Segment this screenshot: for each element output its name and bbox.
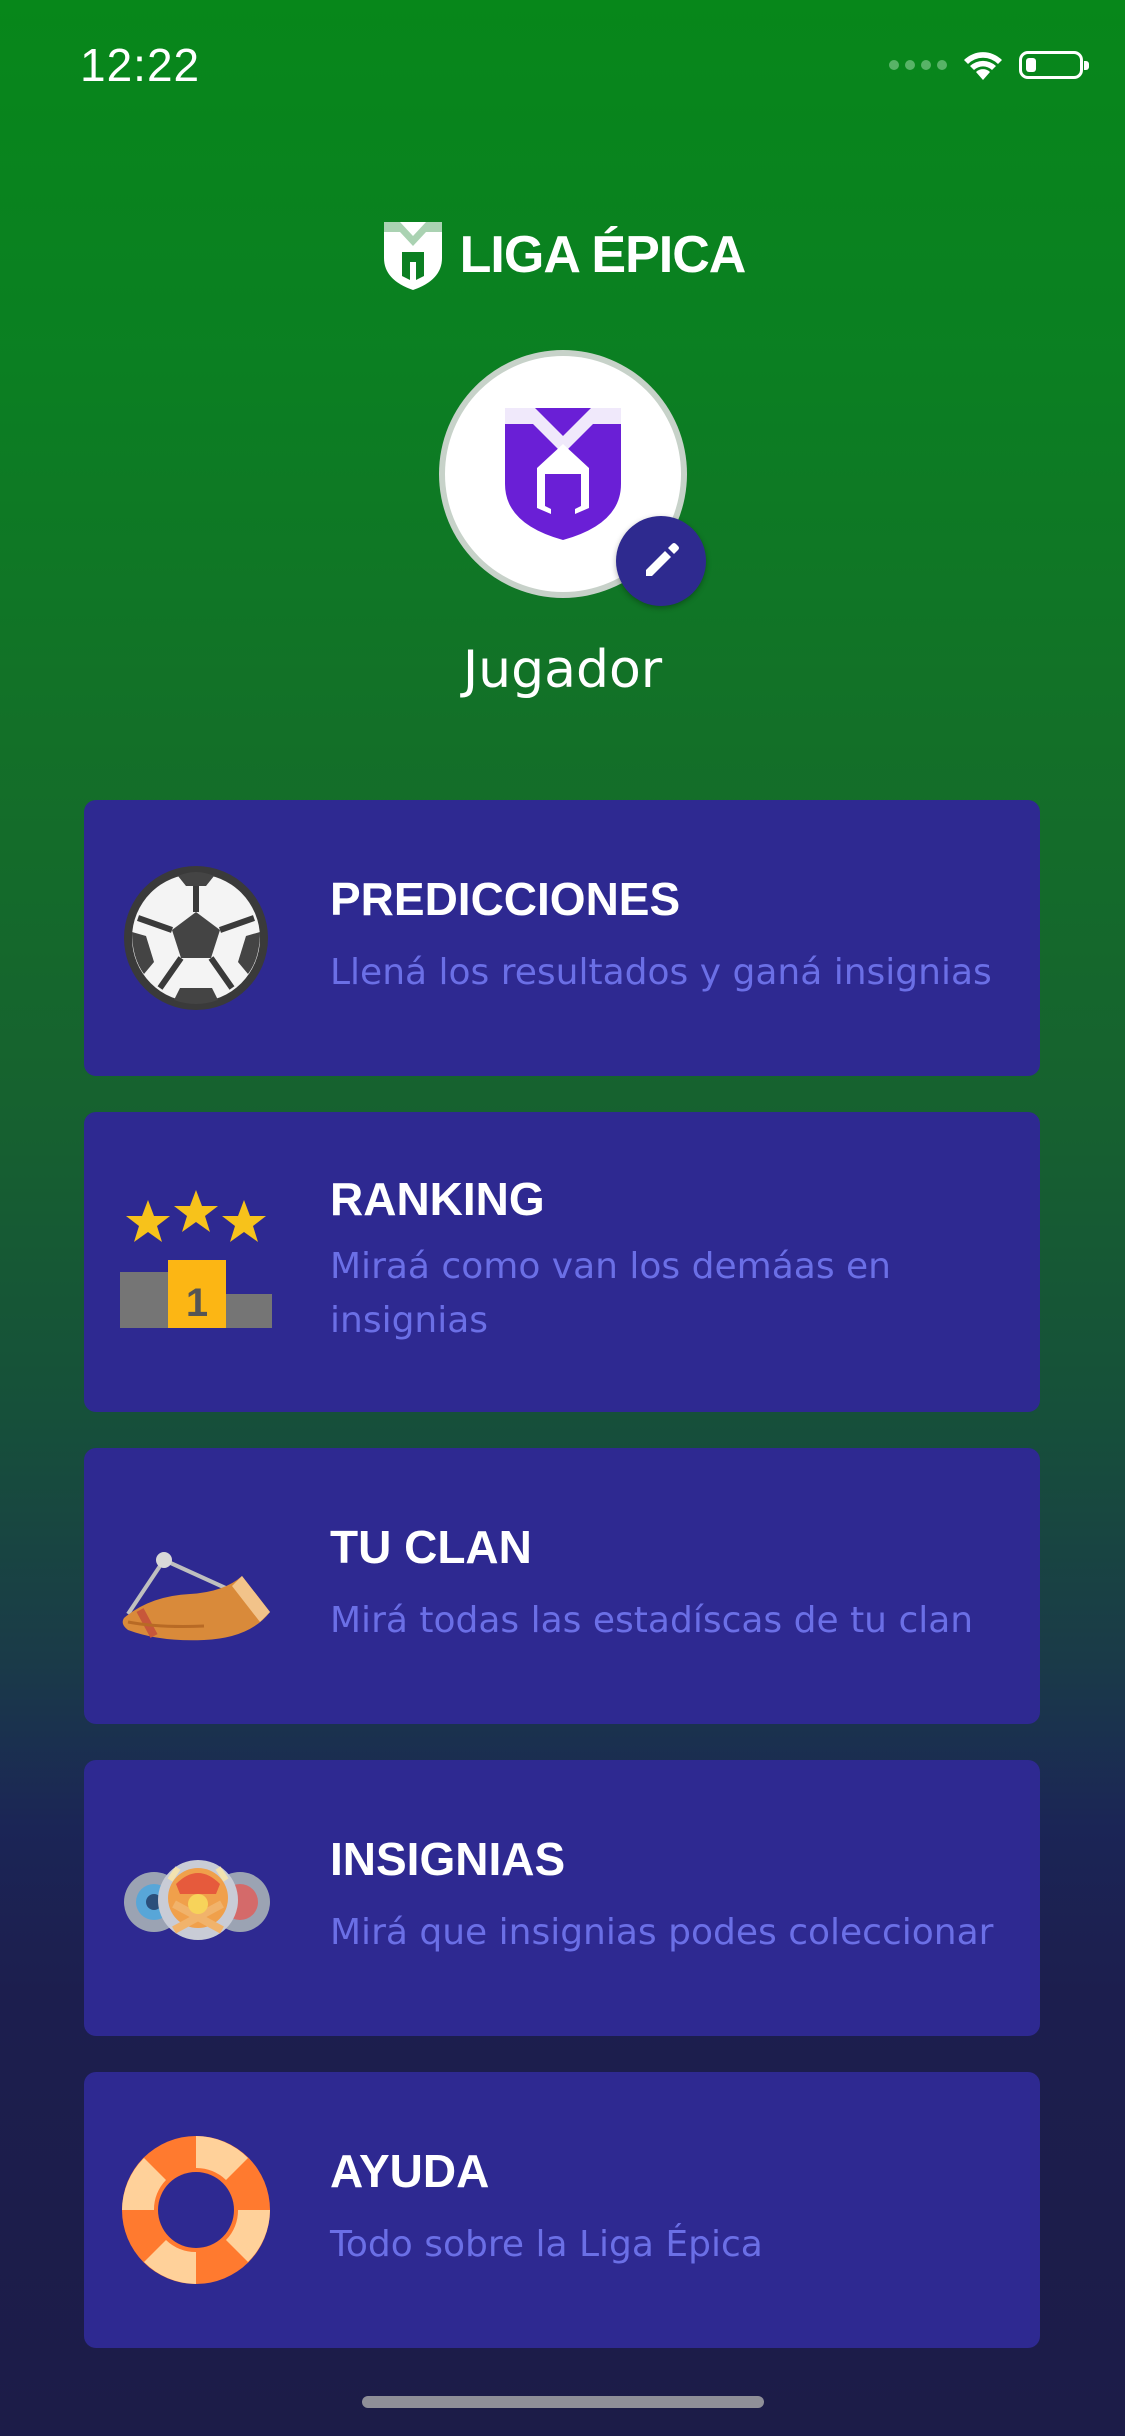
menu-card-title: INSIGNIAS xyxy=(330,1833,566,1885)
menu-card-description: Llená los resultados y ganá insignias xyxy=(330,952,992,993)
svg-text:1: 1 xyxy=(186,1281,208,1325)
menu-card-description: Mirá todas las estadíscas de tu clan xyxy=(330,1600,974,1641)
edit-avatar-button[interactable] xyxy=(616,516,706,606)
menu-card-description: Mirá que insignias podes coleccionar xyxy=(330,1912,994,1953)
brand-name: LIGA ÉPICA xyxy=(459,226,747,284)
menu-card-insignias[interactable]: INSIGNIAS Mirá que insignias podes colec… xyxy=(84,1760,1040,2036)
pencil-icon xyxy=(646,543,679,576)
status-time: 12:22 xyxy=(80,39,201,91)
menu-card-description: Todo sobre la Liga Épica xyxy=(330,2224,763,2265)
liga-epica-logo-icon xyxy=(383,222,442,290)
club-crest-icon xyxy=(505,408,621,540)
menu-card-predicciones[interactable]: PREDICCIONES Llená los resultados y ganá… xyxy=(84,800,1040,1076)
menu-card-title: PREDICCIONES xyxy=(330,873,681,925)
status-bar: 12:22 xyxy=(0,0,1125,140)
battery-icon xyxy=(1019,51,1089,79)
player-name: Jugador xyxy=(462,640,663,700)
menu-card-tu-clan[interactable]: TU CLAN Mirá todas las estadíscas de tu … xyxy=(84,1448,1040,1724)
menu-card-title: RANKING xyxy=(330,1173,545,1225)
horn-icon xyxy=(122,1552,271,1641)
brand-header: LIGA ÉPICA xyxy=(0,218,1125,292)
soccer-ball-icon xyxy=(124,866,268,1010)
menu-card-ranking[interactable]: 1 RANKING Miraá como van los demáas en i… xyxy=(84,1112,1040,1412)
menu-card-title: TU CLAN xyxy=(330,1521,532,1573)
podium-stars-icon: 1 xyxy=(120,1190,272,1328)
menu-card-ayuda[interactable]: AYUDA Todo sobre la Liga Épica xyxy=(84,2072,1040,2348)
cellular-signal-icon xyxy=(889,60,947,70)
menu-card-description: Miraá como van los demáas en insignias xyxy=(330,1246,891,1341)
badges-icon xyxy=(124,1860,270,1940)
home-indicator[interactable] xyxy=(362,2396,764,2408)
status-icons xyxy=(889,48,1089,82)
wifi-icon xyxy=(964,52,1002,80)
menu-card-title: AYUDA xyxy=(330,2145,490,2197)
lifebuoy-icon xyxy=(122,2136,270,2284)
